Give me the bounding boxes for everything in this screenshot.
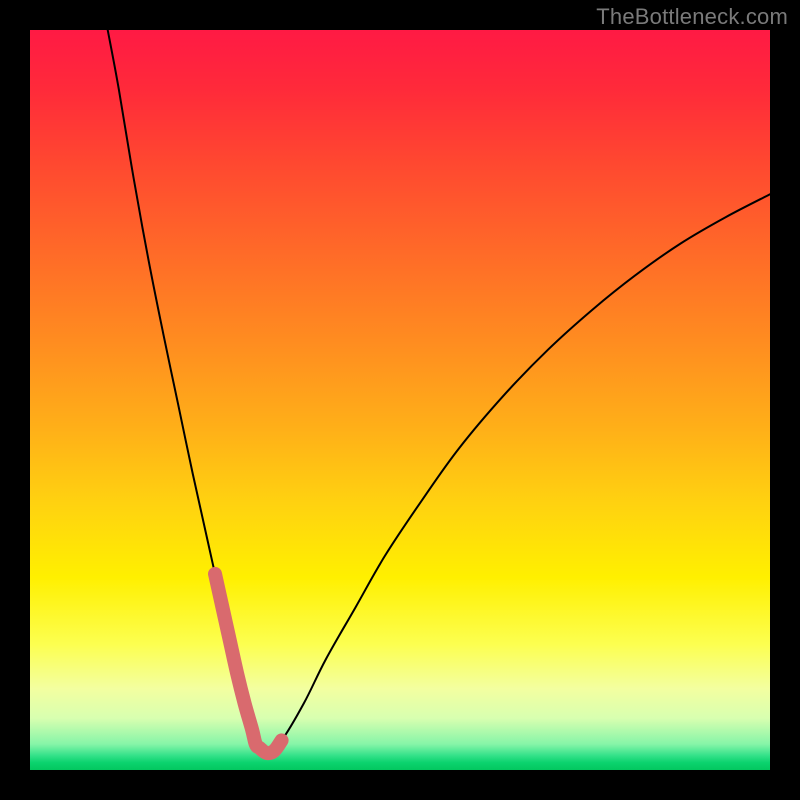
highlight-valley: [215, 574, 282, 753]
watermark-text: TheBottleneck.com: [596, 4, 788, 30]
plot-area: [30, 30, 770, 770]
bottleneck-curve: [108, 30, 770, 753]
chart-frame: TheBottleneck.com: [0, 0, 800, 800]
curve-layer: [30, 30, 770, 770]
